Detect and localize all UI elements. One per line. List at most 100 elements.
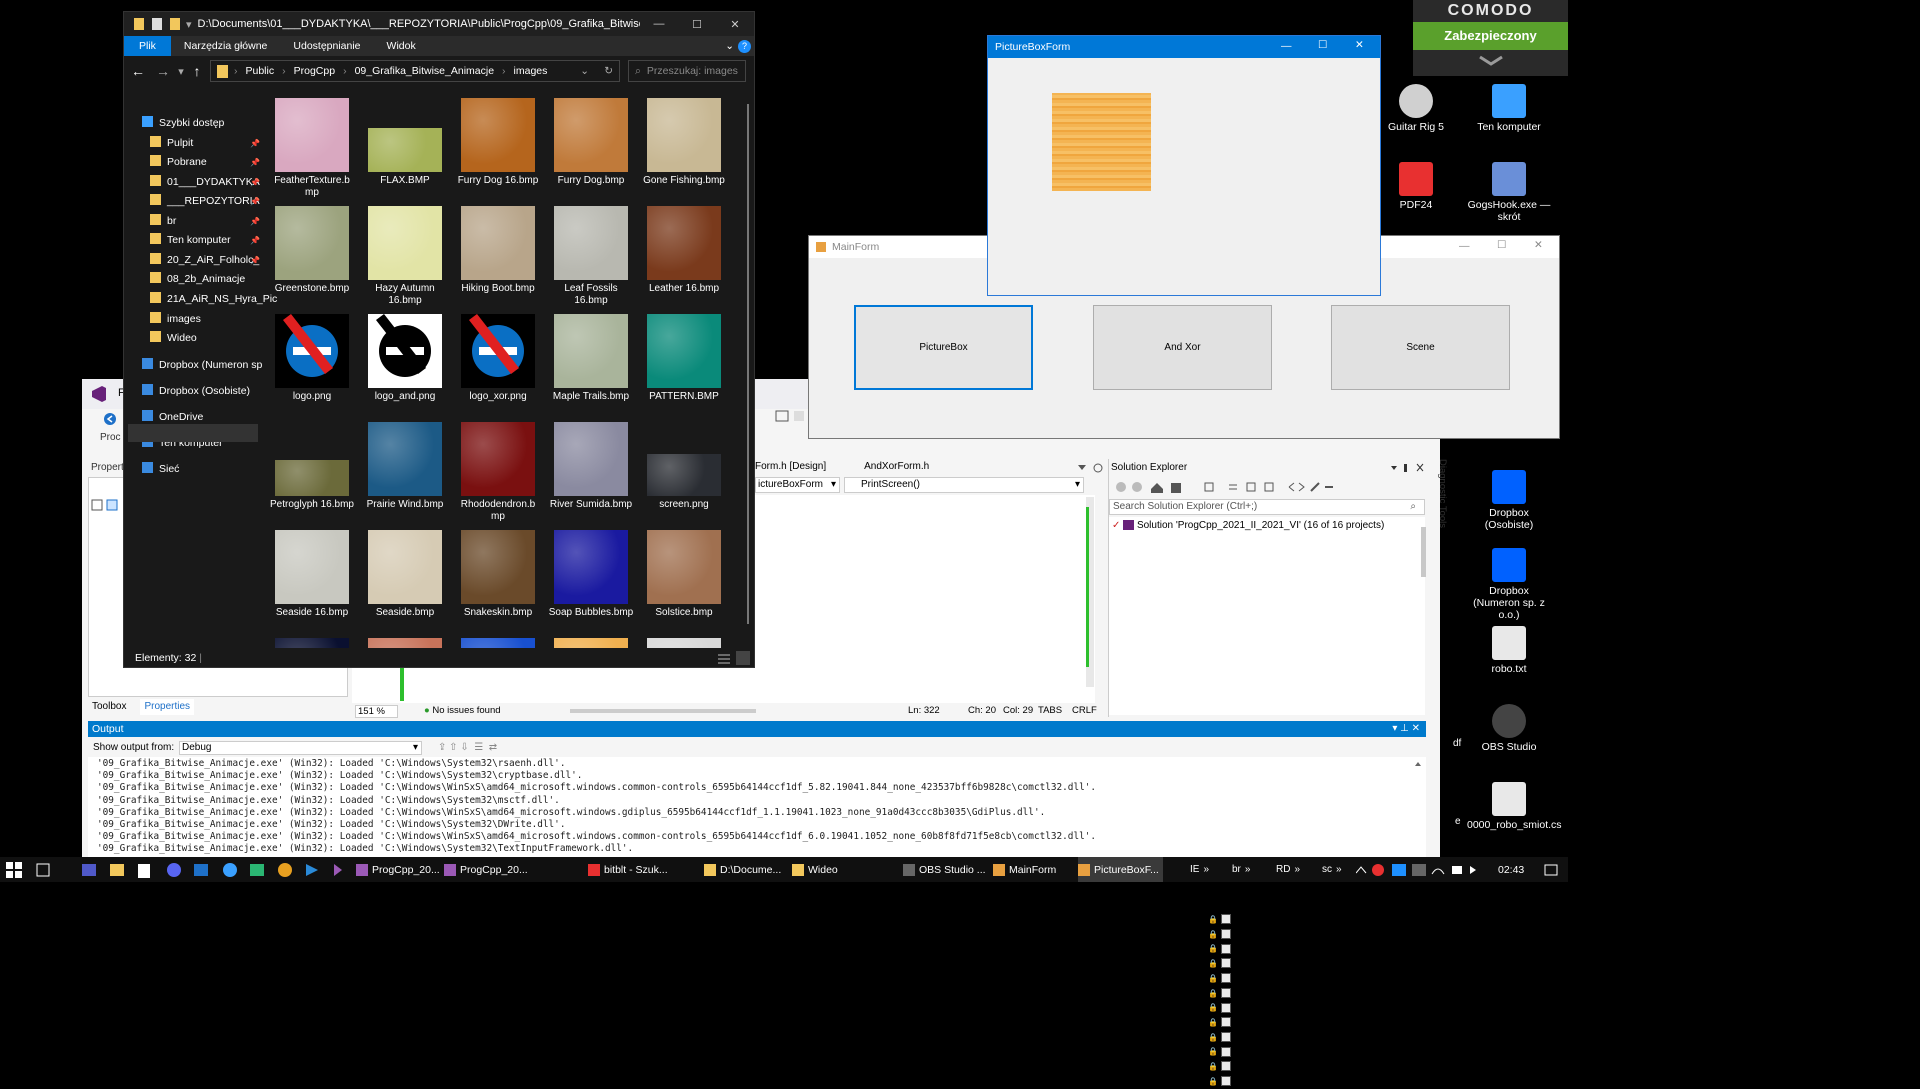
breadcrumb-progcpp[interactable]: ProgCpp: [294, 65, 335, 77]
nav-item[interactable]: Pobrane 📌: [150, 153, 260, 172]
tray-ie[interactable]: IE»: [1190, 857, 1209, 882]
file-tile[interactable]: Furry Dog 16.bmp: [454, 98, 542, 187]
editor-vertical-scrollbar[interactable]: [1086, 497, 1094, 687]
pin-icon[interactable]: 📌: [250, 173, 260, 192]
desktop-icon[interactable]: Dropbox (Osobiste): [1467, 470, 1551, 531]
file-tile[interactable]: FLAX.BMP: [361, 98, 449, 187]
file-tile[interactable]: screen.png: [640, 422, 728, 511]
project-item[interactable]: ▷ 🔒 02_3_DotNetWin32App: [1198, 957, 1340, 972]
file-tile[interactable]: [547, 638, 635, 648]
project-item[interactable]: ▷ 🔒 05_1_Biblioteki_przeglad: [1198, 1060, 1347, 1075]
file-tile[interactable]: Prairie Wind.bmp: [361, 422, 449, 511]
file-tile[interactable]: Seaside 16.bmp: [268, 530, 356, 619]
nav-item[interactable]: ___REPOZYTORIA 📌: [150, 192, 260, 211]
file-tile[interactable]: Seaside.bmp: [361, 530, 449, 619]
ribbon-tab-home[interactable]: Narzędzia główne: [171, 40, 280, 52]
expand-icon[interactable]: ▷: [1198, 1077, 1204, 1086]
nav-item[interactable]: 01___DYDAKTYKA 📌: [150, 173, 260, 192]
project-item[interactable]: ▷ 🔒 02_1_BasicConsApp: [1198, 928, 1329, 943]
horizontal-scrollbar[interactable]: [570, 709, 756, 713]
comodo-widget[interactable]: COMODO Zabezpieczony: [1413, 0, 1568, 76]
tray-icons[interactable]: [1356, 857, 1486, 882]
expand-icon[interactable]: ▷: [1198, 974, 1204, 983]
project-item[interactable]: ▷ 🔒 01_Wprowadzenie: [1198, 913, 1318, 928]
taskbar-app-button[interactable]: D:\Docume...: [704, 857, 785, 882]
panel-controls[interactable]: [1389, 461, 1429, 475]
pin-icon[interactable]: 📌: [250, 251, 260, 270]
tray-br[interactable]: br»: [1232, 857, 1250, 882]
vs-toolbar-icons[interactable]: [772, 407, 812, 427]
file-tile[interactable]: [454, 638, 542, 648]
ribbon-expand-icon[interactable]: ⌄: [721, 40, 738, 52]
desktop-icon[interactable]: OBS Studio: [1467, 704, 1551, 753]
nav-item[interactable]: 08_2b_Animacje: [150, 270, 245, 289]
expand-icon[interactable]: ▷: [1198, 1062, 1204, 1071]
file-tile[interactable]: logo.png: [268, 314, 356, 403]
minimize-icon[interactable]: —: [1281, 40, 1292, 52]
expand-icon[interactable]: ▷: [1198, 944, 1204, 953]
file-tile[interactable]: Maple Trails.bmp: [547, 314, 635, 403]
output-source-dropdown[interactable]: Debug ▾: [179, 741, 422, 755]
picturebox-button[interactable]: PictureBox: [854, 305, 1033, 390]
chevron-down-icon[interactable]: ▾: [186, 18, 192, 31]
solution-explorer-toolbar[interactable]: [1113, 479, 1333, 495]
properties-toolbar-icons[interactable]: [91, 499, 121, 513]
taskbar-app-button[interactable]: MainForm: [993, 857, 1060, 882]
chevron-down-icon[interactable]: [1413, 50, 1568, 76]
zoom-level[interactable]: 151 %: [355, 705, 398, 718]
nav-item[interactable]: Wideo: [150, 329, 197, 348]
desktop-icon[interactable]: Guitar Rig 5: [1374, 84, 1458, 133]
ribbon-tab-share[interactable]: Udostępnianie: [280, 40, 373, 52]
file-tile[interactable]: logo_and.png: [361, 314, 449, 403]
file-tile[interactable]: PATTERN.BMP: [640, 314, 728, 403]
close-icon[interactable]: ✕: [1534, 239, 1543, 251]
expand-icon[interactable]: ▷: [1198, 1003, 1204, 1012]
indent-mode[interactable]: TABS: [1038, 705, 1062, 716]
close-icon[interactable]: ✕: [1355, 39, 1364, 51]
file-tile[interactable]: Hazy Autumn 16.bmp: [361, 206, 449, 307]
solution-scrollbar[interactable]: [1421, 519, 1427, 709]
desktop-icon[interactable]: Ten komputer: [1467, 84, 1551, 133]
file-tile[interactable]: [640, 638, 728, 648]
clock[interactable]: 02:43: [1498, 857, 1524, 882]
file-tile[interactable]: [268, 638, 356, 648]
help-icon[interactable]: ?: [738, 39, 751, 53]
file-tile[interactable]: Hiking Boot.bmp: [454, 206, 542, 295]
diagnostic-tools-tab[interactable]: Diagnostic Tools: [1436, 459, 1448, 599]
nav-item[interactable]: 21A_AiR_NS_Hyra_Pic: [150, 290, 277, 309]
desktop-icon[interactable]: Dropbox (Numeron sp. z o.o.): [1467, 548, 1551, 621]
file-tile[interactable]: Snakeskin.bmp: [454, 530, 542, 619]
desktop-icon[interactable]: robo.txt: [1467, 626, 1551, 675]
line-ending[interactable]: CRLF: [1072, 705, 1097, 716]
recent-chevron-icon[interactable]: ▾: [174, 65, 188, 78]
back-icon[interactable]: [102, 411, 118, 427]
file-tile[interactable]: Furry Dog.bmp: [547, 98, 635, 187]
chevron-down-icon[interactable]: ⌄: [580, 65, 589, 77]
output-panel-controls[interactable]: ▾ ⊥ ✕: [1392, 721, 1420, 737]
code-editor[interactable]: [755, 495, 1095, 703]
tab-andxorform[interactable]: AndXorForm.h: [864, 461, 929, 477]
file-tile[interactable]: [361, 638, 449, 648]
project-item[interactable]: ▷ 🔒 02_2_DotNetConsApp: [1198, 942, 1335, 957]
solution-tree[interactable]: [1109, 517, 1425, 715]
file-tile[interactable]: Greenstone.bmp: [268, 206, 356, 295]
tab-form-design[interactable]: Form.h [Design]: [755, 461, 826, 477]
tray-sc[interactable]: sc»: [1322, 857, 1342, 882]
taskbar-app-button[interactable]: Wideo: [792, 857, 842, 882]
file-tile[interactable]: Rhododendron.b mp: [454, 422, 542, 523]
minimize-icon[interactable]: —: [640, 18, 678, 30]
file-tile[interactable]: Leather 16.bmp: [640, 206, 728, 295]
pin-icon[interactable]: 📌: [250, 231, 260, 250]
pin-icon[interactable]: 📌: [250, 153, 260, 172]
notifications-icon[interactable]: [1544, 857, 1558, 882]
pin-icon[interactable]: 📌: [250, 192, 260, 211]
file-tile[interactable]: Gone Fishing.bmp: [640, 98, 728, 187]
expand-icon[interactable]: ▷: [1198, 1047, 1204, 1056]
file-tile[interactable]: Soap Bubbles.bmp: [547, 530, 635, 619]
nav-item[interactable]: Dropbox (Numeron sp: [142, 356, 262, 375]
nav-item[interactable]: 20_Z_AiR_Folholc_ 📌: [150, 251, 260, 270]
up-arrow-icon[interactable]: ↑: [188, 63, 206, 79]
details-view-icon[interactable]: [718, 652, 730, 664]
file-tile[interactable]: Leaf Fossils 16.bmp: [547, 206, 635, 307]
class-dropdown[interactable]: ictureBoxForm ▾: [755, 477, 840, 493]
